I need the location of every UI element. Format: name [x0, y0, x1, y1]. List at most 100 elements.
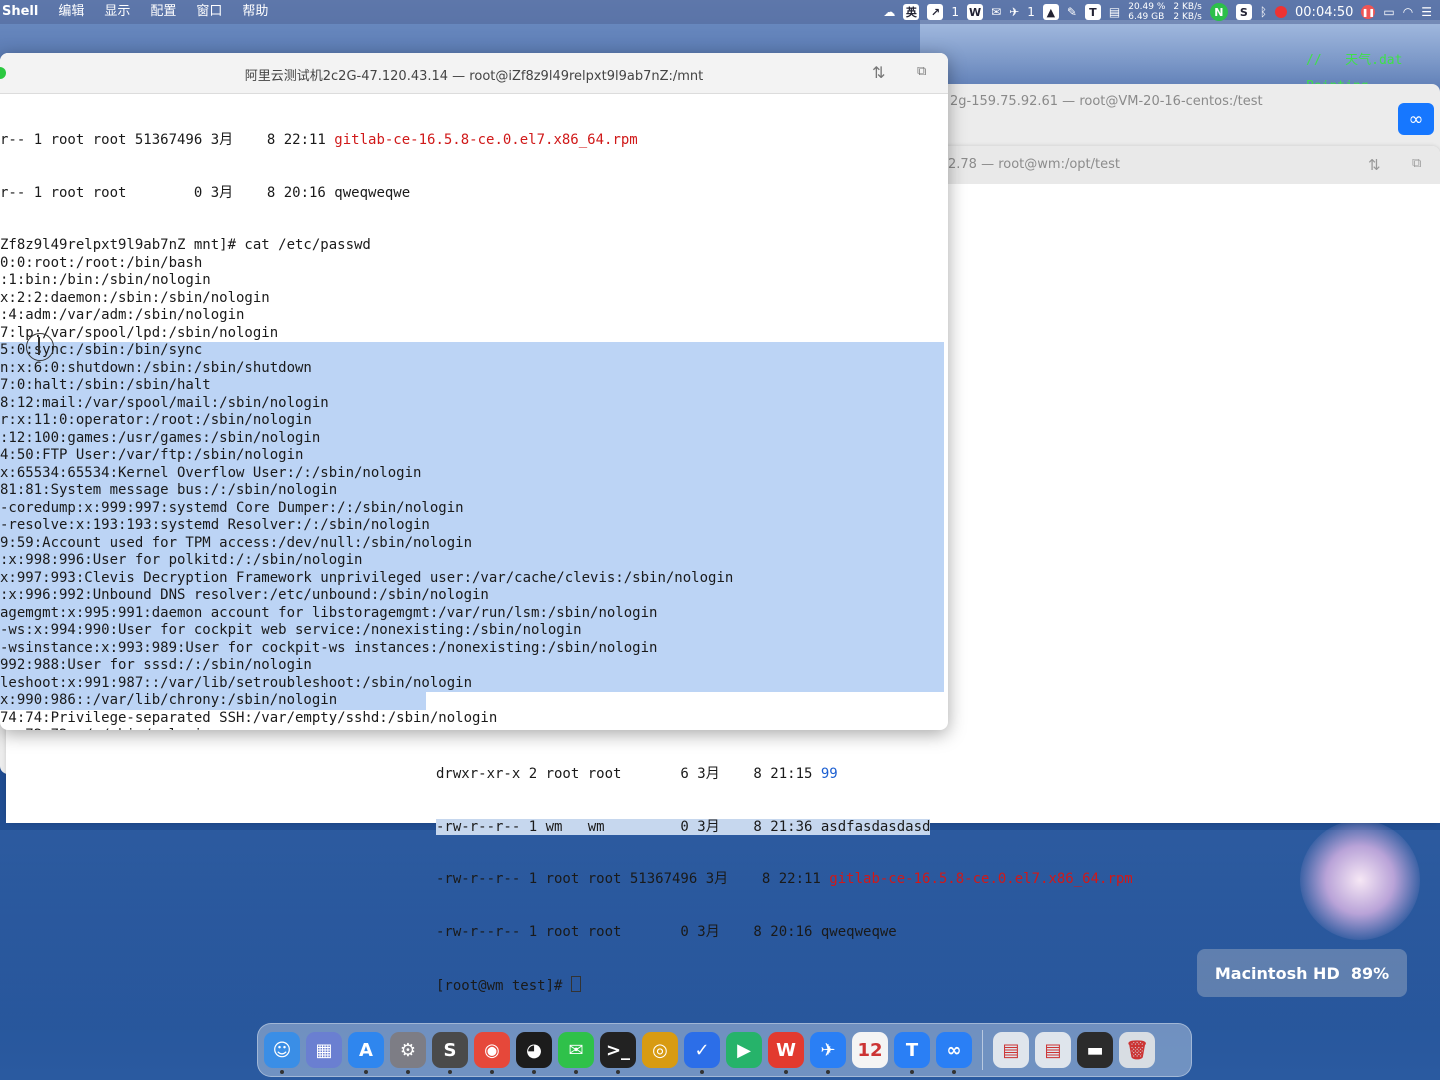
green-n-icon[interactable]: N [1209, 3, 1228, 21]
cloud-sync-icon[interactable]: ☁ [883, 5, 895, 19]
screen-stack-icon[interactable]: ▬ [1077, 1032, 1113, 1068]
clipboard-icon[interactable]: ▤ [1109, 5, 1120, 19]
window-toggle-icon[interactable]: ⧉ [917, 64, 926, 79]
stats-icon[interactable]: 20.49 % 6.49 GB [1128, 2, 1165, 22]
terminal-line: -rw-r--r-- 1 root root 51367496 3月 8 22:… [436, 871, 1133, 887]
net-down: 2 KB/s [1173, 12, 1202, 22]
terminal-line: r:x:11:0:operator:/root:/sbin/nologin [0, 412, 312, 428]
mouse-cursor [26, 333, 54, 361]
wechat-icon[interactable]: ✉ [558, 1032, 594, 1074]
dock-icon-glyph: ▦ [315, 1039, 333, 1061]
dock-icon-glyph: A [359, 1039, 373, 1061]
record-stop-icon[interactable]: ❚❚ [1361, 5, 1376, 19]
menu-config[interactable]: 配置 [140, 0, 186, 24]
terminal-line: -resolve:x:193:193:systemd Resolver:/:/s… [0, 517, 430, 533]
word-icon[interactable]: W [967, 4, 984, 20]
pin-icon[interactable]: ✎ [1067, 5, 1077, 19]
finder-icon[interactable]: ☺ [264, 1032, 300, 1074]
record-icon[interactable] [1275, 6, 1288, 18]
menu-window[interactable]: 窗口 [186, 0, 232, 24]
calendar-icon[interactable]: 12 [852, 1032, 888, 1068]
baidu-netdisk-float-icon[interactable]: ∞ [1398, 103, 1434, 135]
s-app-icon[interactable]: S [1235, 4, 1252, 20]
window-toggle-icon[interactable]: ⧉ [1412, 156, 1421, 171]
mouse-cursor-ibeam [38, 337, 40, 355]
dock-separator [982, 1030, 983, 1070]
terminal-line: x:997:993:Clevis Decryption Framework un… [0, 569, 734, 586]
baidu-netdisk-icon[interactable]: ∞ [936, 1032, 972, 1074]
settings-icon[interactable]: ⚙ [390, 1032, 426, 1074]
dock-icon-glyph: ◉ [484, 1039, 500, 1061]
transfer-icon[interactable]: ⇅ [872, 63, 885, 82]
running-indicator [364, 1070, 368, 1074]
trash-icon[interactable]: 🗑 [1119, 1032, 1155, 1068]
running-indicator [490, 1070, 494, 1074]
transfer-icon[interactable]: ⇅ [1368, 156, 1381, 174]
terminal-line: :1:bin:/bin:/sbin/nologin [0, 272, 211, 288]
documents-stack-icon[interactable]: ▤ [1035, 1032, 1071, 1068]
wallpaper-glow [1300, 820, 1420, 940]
wifi-icon[interactable]: ◠ [1403, 5, 1413, 19]
downloads-stack-icon[interactable]: ▤ [993, 1032, 1029, 1068]
menu-edit[interactable]: 编辑 [48, 0, 94, 24]
terminal-output[interactable]: r-- 1 root root 51367496 3月 8 22:11 gitl… [0, 97, 948, 730]
dock-icon-glyph: ▤ [1044, 1039, 1062, 1061]
running-indicator [952, 1070, 956, 1074]
dock-icon-glyph: ∞ [946, 1039, 962, 1061]
terminal-line: 9:59:Account used for TPM access:/dev/nu… [0, 534, 473, 551]
control-center-icon[interactable]: ☰ [1421, 5, 1432, 19]
chrome-icon[interactable]: ◉ [474, 1032, 510, 1074]
front-window-title: 阿里云测试机2c2G-47.120.43.14 — root@iZf8z9l49… [244, 69, 704, 84]
terminal-line: 4:50:FTP User:/var/ftp:/sbin/nologin [0, 447, 304, 463]
dock-icon-glyph: T [905, 1039, 919, 1061]
front-terminal-window[interactable]: 阿里云测试机2c2G-47.120.43.14 — root@iZf8z9l49… [0, 53, 948, 730]
terminal-line: :4:adm:/var/adm:/sbin/nologin [0, 307, 245, 323]
paper-plane-icon[interactable]: ✈ [1009, 5, 1019, 19]
terminal-line: :12:100:games:/usr/games:/sbin/nologin [0, 429, 321, 446]
share-icon[interactable]: ↗ [927, 4, 944, 20]
front-window-titlebar[interactable]: 阿里云测试机2c2G-47.120.43.14 — root@iZf8z9l49… [0, 53, 948, 94]
running-indicator [574, 1070, 578, 1074]
running-indicator [280, 1070, 284, 1074]
dock-icon-glyph: >_ [605, 1039, 631, 1061]
tencent-meeting-icon[interactable]: T [894, 1032, 930, 1074]
dock-icon-glyph: ▤ [1002, 1039, 1020, 1061]
launchpad-icon[interactable]: ▦ [306, 1032, 342, 1068]
terminal-line: :x:996:992:Unbound DNS resolver:/etc/unb… [0, 587, 489, 603]
terminal-icon[interactable]: >_ [600, 1032, 636, 1074]
terminal-line: -rw-r--r-- 1 wm wm 0 3月 8 21:36 asdfasda… [436, 818, 931, 835]
network-icon[interactable]: 2 KB/s 2 KB/s [1173, 2, 1201, 22]
disk-utility-icon[interactable]: ◎ [642, 1032, 678, 1068]
dingtalk-icon[interactable]: ✈ [810, 1032, 846, 1074]
status-tray: ☁ 英 ↗ 1 W ✉ ✈ 1 ▲ ✎ T ▤ 20.49 % 6.49 GB 2… [883, 0, 1440, 24]
menu-help[interactable]: 帮助 [232, 0, 278, 24]
qq-icon[interactable]: ◕ [516, 1032, 552, 1074]
mem-usage: 6.49 GB [1128, 12, 1165, 22]
dock-icon-glyph: 12 [857, 1039, 883, 1061]
terminal-line: 0:0:root:/root:/bin/bash [0, 254, 203, 271]
background-terminal-output[interactable]: drwxr-xr-x 2 root root 6 3月 8 21:15 99 -… [436, 731, 1133, 1011]
dock: ☺ ▦ A ⚙ S ◉ ◕ ✉ >_ ◎ ✓ ▶ W ✈ 12 T ∞ ▤ ▤ ▬ 🗑 [257, 1023, 1192, 1077]
running-indicator [532, 1070, 536, 1074]
background-window-2-title: 2.78 — root@wm:/opt/test [948, 157, 1120, 172]
sublime-icon[interactable]: S [432, 1032, 468, 1074]
terminal-line: 7:0:halt:/sbin:/sbin/halt [0, 377, 211, 393]
cpu-usage: 20.49 % [1128, 2, 1166, 12]
menu-app-name[interactable]: Shell [0, 0, 48, 24]
text-t-icon[interactable]: T [1084, 4, 1101, 20]
battery-icon[interactable]: ▭ [1383, 5, 1394, 19]
running-indicator [784, 1070, 788, 1074]
app-store-icon[interactable]: A [348, 1032, 384, 1074]
terminal-line: r-- 1 root root 0 3月 8 20:16 qweqweqwe [0, 184, 411, 201]
paper-plane-badge: 1 [1027, 5, 1035, 19]
menu-view[interactable]: 显示 [94, 0, 140, 24]
lark-icon[interactable]: ✓ [684, 1032, 720, 1074]
terminal-line: 5:0:sync:/sbin:/bin/sync [0, 342, 203, 358]
bluetooth-icon[interactable]: ᛒ [1260, 5, 1267, 19]
wechat-icon[interactable]: ✉ [991, 5, 1001, 19]
wps-icon[interactable]: W [768, 1032, 804, 1074]
running-indicator [448, 1070, 452, 1074]
image-icon[interactable]: ▲ [1042, 4, 1059, 20]
ime-icon[interactable]: 英 [903, 4, 920, 20]
infuse-icon[interactable]: ▶ [726, 1032, 762, 1068]
